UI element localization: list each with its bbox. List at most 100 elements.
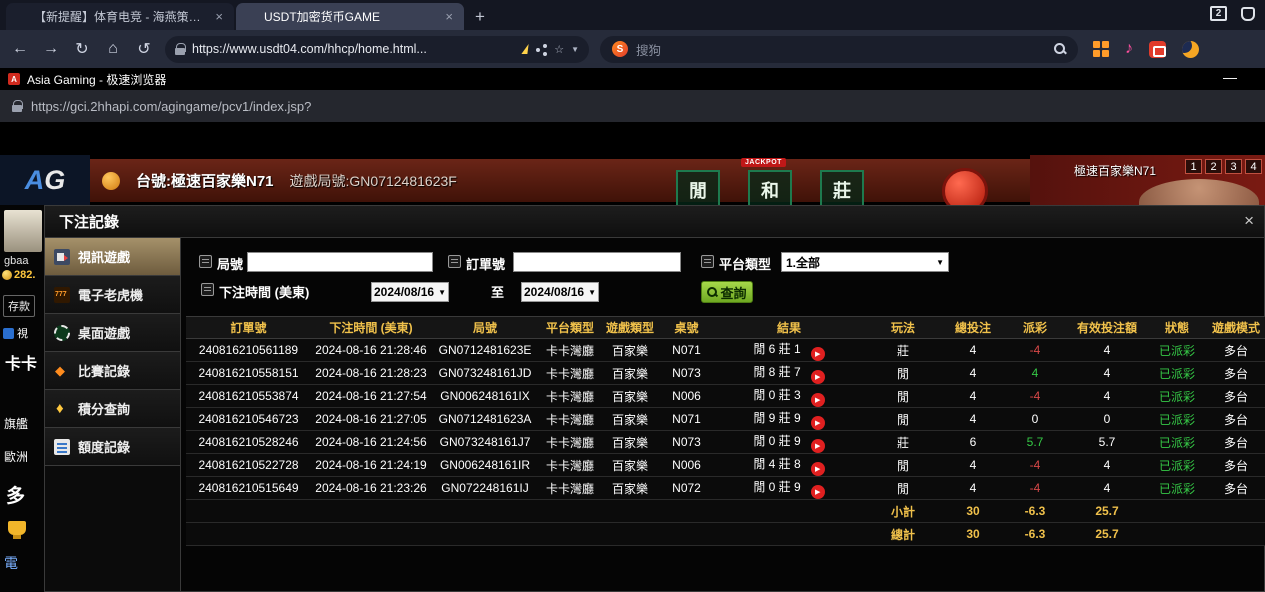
back-icon[interactable]: ← bbox=[10, 40, 30, 58]
search-placeholder[interactable]: 搜狗 bbox=[636, 40, 1046, 59]
cell-play: 閒 bbox=[864, 408, 942, 431]
round-number-input[interactable] bbox=[247, 252, 433, 272]
bet-box[interactable]: 和 bbox=[748, 170, 792, 205]
europe-label: 歐洲 bbox=[4, 448, 28, 465]
share-icon[interactable] bbox=[536, 44, 547, 55]
cell-platform: 卡卡灣廳 bbox=[539, 454, 601, 477]
bet-box[interactable]: 閒 bbox=[676, 170, 720, 205]
col-round: 局號 bbox=[431, 317, 539, 339]
sidebar-item[interactable]: 桌面遊戲 bbox=[45, 314, 180, 352]
date-to-separator: 至 bbox=[491, 282, 504, 301]
tab-close-icon[interactable]: × bbox=[443, 9, 455, 24]
window-count-badge[interactable]: 2 bbox=[1210, 6, 1227, 21]
table-number-button[interactable]: 3 bbox=[1225, 159, 1242, 174]
cell-valid-bet: 4 bbox=[1066, 454, 1148, 477]
col-payout: 派彩 bbox=[1004, 317, 1066, 339]
col-table: 桌號 bbox=[659, 317, 714, 339]
query-button[interactable]: 查詢 bbox=[701, 281, 753, 303]
close-icon[interactable]: × bbox=[1244, 211, 1254, 231]
cell-total-bet: 6 bbox=[942, 431, 1004, 454]
date-from-button[interactable]: 2024/08/16▼ bbox=[371, 282, 449, 302]
cell-order: 240816210546723 bbox=[186, 408, 311, 431]
cell-status: 已派彩 bbox=[1148, 477, 1206, 500]
table-number-button[interactable]: 2 bbox=[1205, 159, 1222, 174]
replay-icon[interactable]: ▶ bbox=[811, 393, 825, 407]
lock-icon bbox=[175, 43, 185, 55]
sidebar-item[interactable]: 電子老虎機 bbox=[45, 276, 180, 314]
replay-icon[interactable]: ▶ bbox=[811, 416, 825, 430]
cell-time: 2024-08-16 21:27:05 bbox=[311, 408, 431, 431]
cell-status: 已派彩 bbox=[1148, 408, 1206, 431]
platform-type-icon bbox=[701, 255, 714, 268]
side-game-panel: 極速百家樂N71 1234 bbox=[1030, 155, 1265, 205]
browser-tab[interactable]: 【新提醒】体育电竞 - 海燕策略... × bbox=[6, 3, 234, 30]
col-status: 狀態 bbox=[1148, 317, 1206, 339]
forward-icon[interactable]: → bbox=[41, 40, 61, 58]
screen: 【新提醒】体育电竞 - 海燕策略... × USDT加密货币GAME × + 2… bbox=[0, 0, 1265, 592]
order-number-input[interactable] bbox=[513, 252, 681, 272]
minimize-button[interactable]: — bbox=[1223, 69, 1237, 85]
search-icon[interactable] bbox=[1054, 43, 1066, 55]
bookmark-star-icon[interactable]: ☆ bbox=[554, 43, 564, 56]
tab-close-icon[interactable]: × bbox=[213, 9, 225, 24]
address-chevron-icon[interactable]: ▼ bbox=[571, 45, 579, 54]
app-url[interactable]: https://gci.2hhapi.com/agingame/pcv1/ind… bbox=[31, 99, 311, 114]
bet-records-table: 訂單號 下注時間 (美東) 局號 平台類型 遊戲類型 桌號 結果 玩法 總投注 … bbox=[186, 316, 1265, 546]
cell-time: 2024-08-16 21:24:56 bbox=[311, 431, 431, 454]
cell-mode: 多台 bbox=[1206, 408, 1265, 431]
hall-label: 卡卡 bbox=[5, 355, 41, 375]
platform-type-select[interactable]: 1.全部 ▼ bbox=[781, 252, 949, 272]
cell-table: N006 bbox=[659, 454, 714, 477]
bet-time-label: 下注時間 (美東) bbox=[219, 282, 309, 301]
cell-game-type: 百家樂 bbox=[601, 362, 659, 385]
refresh-icon[interactable]: ↻ bbox=[72, 39, 92, 59]
address-bar[interactable]: https://www.usdt04.com/hhcp/home.html...… bbox=[165, 36, 589, 63]
cell-result: 閒 0 莊 9▶ bbox=[714, 431, 864, 454]
tab-favicon-icon bbox=[245, 11, 257, 23]
table-number-button[interactable]: 4 bbox=[1245, 159, 1262, 174]
night-mode-icon[interactable] bbox=[1182, 41, 1199, 58]
date-to-button[interactable]: 2024/08/16▼ bbox=[521, 282, 599, 302]
browser-skin-icon[interactable] bbox=[1241, 7, 1255, 21]
replay-icon[interactable]: ▶ bbox=[811, 347, 825, 361]
tab-title: USDT加密货币GAME bbox=[264, 8, 436, 25]
sidebar-item[interactable]: 積分查詢 bbox=[45, 390, 180, 428]
new-tab-button[interactable]: + bbox=[466, 4, 494, 30]
home-icon[interactable]: ⌂ bbox=[103, 40, 123, 58]
replay-icon[interactable]: ▶ bbox=[811, 485, 825, 499]
address-url[interactable]: https://www.usdt04.com/hhcp/home.html... bbox=[192, 42, 516, 56]
app-url-bar[interactable]: https://gci.2hhapi.com/agingame/pcv1/ind… bbox=[0, 90, 1265, 122]
video-app-icon[interactable] bbox=[1149, 41, 1166, 58]
trophy-icon bbox=[8, 521, 26, 535]
sidebar-item[interactable]: 比賽記錄 bbox=[45, 352, 180, 390]
sogou-logo-icon: S bbox=[612, 41, 628, 57]
sidebar-item[interactable]: 額度記錄 bbox=[45, 428, 180, 466]
replay-icon[interactable]: ▶ bbox=[811, 439, 825, 453]
cell-valid-bet: 5.7 bbox=[1066, 431, 1148, 454]
col-time: 下注時間 (美東) bbox=[311, 317, 431, 339]
cell-game-type: 百家樂 bbox=[601, 454, 659, 477]
replay-icon[interactable]: ▶ bbox=[811, 370, 825, 384]
modal-header: 下注記錄 × bbox=[45, 206, 1264, 238]
sidebar-item-label: 額度記錄 bbox=[78, 437, 130, 456]
electronic-label: 電 bbox=[4, 553, 18, 573]
table-number-button[interactable]: 1 bbox=[1185, 159, 1202, 174]
apps-grid-icon[interactable] bbox=[1093, 41, 1109, 57]
replay-icon[interactable]: ▶ bbox=[811, 462, 825, 476]
lightning-icon[interactable] bbox=[522, 44, 531, 54]
browser-nav-bar: ← → ↻ ⌂ ↺ https://www.usdt04.com/hhcp/ho… bbox=[0, 30, 1265, 68]
browser-tab[interactable]: USDT加密货币GAME × bbox=[236, 3, 464, 30]
table-row: 240816210558151 2024-08-16 21:28:23 GN07… bbox=[186, 362, 1265, 385]
deposit-button[interactable]: 存款 bbox=[3, 295, 35, 317]
cell-mode: 多台 bbox=[1206, 385, 1265, 408]
bet-box[interactable]: 莊 bbox=[820, 170, 864, 205]
sidebar-item[interactable]: 視訊遊戲 bbox=[45, 238, 180, 276]
cell-status: 已派彩 bbox=[1148, 362, 1206, 385]
cell-game-type: 百家樂 bbox=[601, 408, 659, 431]
date-arrow-icon: ▼ bbox=[438, 288, 446, 297]
order-number-icon bbox=[448, 255, 461, 268]
undo-icon[interactable]: ↺ bbox=[134, 39, 154, 59]
search-bar[interactable]: S 搜狗 bbox=[600, 36, 1078, 63]
music-icon[interactable]: ♪ bbox=[1125, 40, 1133, 58]
cell-play: 莊 bbox=[864, 339, 942, 362]
